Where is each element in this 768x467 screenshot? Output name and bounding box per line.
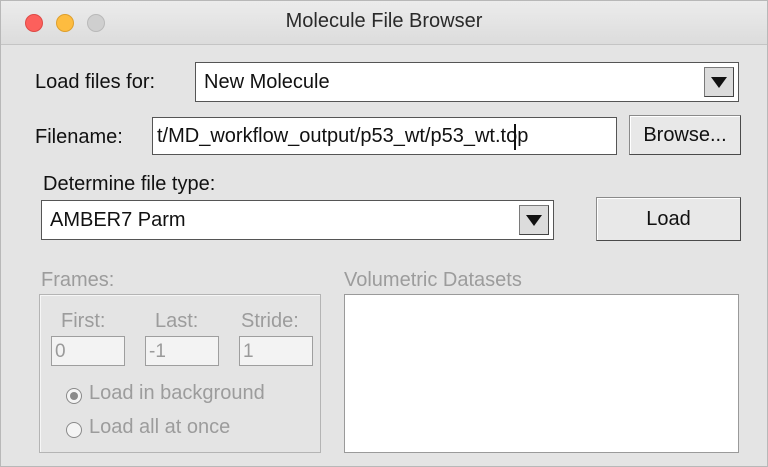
filename-label: Filename: xyxy=(35,126,123,148)
stride-input[interactable]: 1 xyxy=(239,336,313,366)
first-frame-value: 0 xyxy=(55,341,66,362)
load-all-at-once-radio[interactable] xyxy=(66,422,82,438)
chevron-down-icon[interactable] xyxy=(519,205,549,235)
load-files-for-label: Load files for: xyxy=(35,71,156,93)
filename-input[interactable]: t/MD_workflow_output/p53_wt/p53_wt.top xyxy=(152,117,617,155)
load-files-for-dropdown[interactable]: New Molecule xyxy=(195,62,739,102)
volumetric-datasets-list[interactable] xyxy=(344,294,739,453)
load-button[interactable]: Load xyxy=(596,197,741,241)
frames-group: First: Last: Stride: 0 -1 1 Load in back… xyxy=(39,294,321,453)
text-caret xyxy=(514,124,516,150)
first-frame-input[interactable]: 0 xyxy=(51,336,125,366)
file-type-value: AMBER7 Parm xyxy=(50,209,186,231)
file-type-dropdown[interactable]: AMBER7 Parm xyxy=(41,200,554,240)
filename-value: t/MD_workflow_output/p53_wt/p53_wt.top xyxy=(157,125,529,147)
load-in-background-radio[interactable] xyxy=(66,388,82,404)
frames-label: Frames: xyxy=(41,269,115,291)
file-type-label: Determine file type: xyxy=(43,173,216,195)
last-frame-input[interactable]: -1 xyxy=(145,336,219,366)
volumetric-datasets-label: Volumetric Datasets xyxy=(344,269,522,291)
load-in-background-label: Load in background xyxy=(89,382,265,404)
title-bar[interactable]: Molecule File Browser xyxy=(1,1,767,45)
last-label: Last: xyxy=(155,310,199,332)
load-all-at-once-label: Load all at once xyxy=(89,416,231,438)
load-files-for-value: New Molecule xyxy=(204,71,330,93)
window-title: Molecule File Browser xyxy=(285,10,483,32)
stride-label: Stride: xyxy=(241,310,299,332)
stride-value: 1 xyxy=(243,341,254,362)
browse-button[interactable]: Browse... xyxy=(629,115,741,155)
last-frame-value: -1 xyxy=(149,341,166,362)
first-label: First: xyxy=(61,310,106,332)
chevron-down-icon[interactable] xyxy=(704,67,734,97)
molecule-file-browser-window: Molecule File Browser Load files for: Ne… xyxy=(0,0,768,467)
